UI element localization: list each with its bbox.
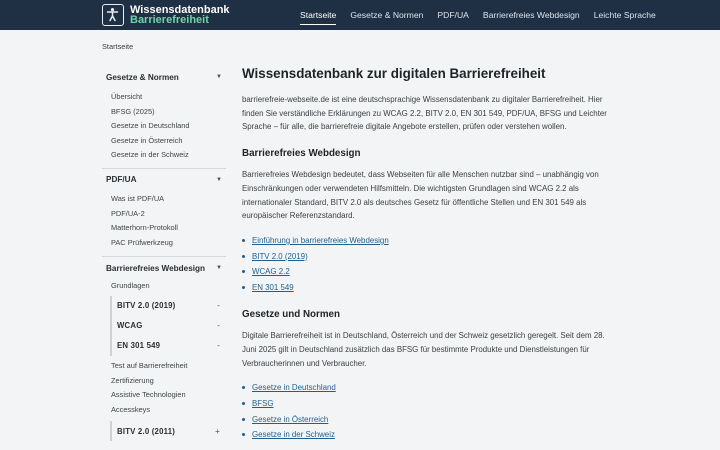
sidebar-nested-wcag[interactable]: WCAG - [110, 315, 226, 336]
link-bitv[interactable]: BITV 2.0 (2019) [252, 252, 308, 261]
list-item: BFSG [242, 396, 620, 412]
sidebar-section-pdfua[interactable]: PDF/UA ▼ [102, 169, 226, 191]
main-content: Wissensdatenbank zur digitalen Barrieref… [242, 66, 620, 443]
sidebar-item[interactable]: Übersicht [102, 90, 226, 105]
sidebar-item[interactable]: Was ist PDF/UA [102, 192, 226, 207]
link-wcag[interactable]: WCAG 2.2 [252, 267, 290, 276]
sidebar-item[interactable]: BFSG (2025) [102, 105, 226, 120]
link-bfsg[interactable]: BFSG [252, 399, 273, 408]
list-item: Gesetze in Deutschland [242, 380, 620, 396]
webdesign-paragraph: Barrierefreies Webdesign bedeutet, dass … [242, 170, 599, 221]
gesetze-paragraph: Digitale Barrierefreiheit ist in Deutsch… [242, 331, 605, 368]
logo-subtitle: Barrierefreiheit [130, 14, 209, 26]
nav-leichte-sprache[interactable]: Leichte Sprache [594, 0, 656, 30]
nav-barrierefreies-webdesign[interactable]: Barrierefreies Webdesign [483, 0, 580, 30]
accessibility-book-icon [102, 4, 124, 26]
sidebar-item[interactable]: Accesskeys [102, 403, 226, 418]
sidebar: Gesetze & Normen ▼ Übersicht BFSG (2025)… [102, 66, 226, 442]
sidebar-item[interactable]: Grundlagen [102, 279, 226, 294]
link-einfuehrung[interactable]: Einführung in barrierefreies Webdesign [252, 236, 389, 245]
sidebar-nested-bitv2019[interactable]: BITV 2.0 (2019) - [110, 295, 226, 316]
sidebar-section-webdesign[interactable]: Barrierefreies Webdesign ▼ [102, 257, 226, 279]
sidebar-section-gesetze[interactable]: Gesetze & Normen ▼ [102, 66, 226, 88]
intro-paragraph: barrierefreie-webseite.de ist eine deuts… [242, 95, 607, 132]
list-item: WCAG 2.2 [242, 264, 620, 280]
sidebar-item[interactable]: Zertifizierung [102, 374, 226, 389]
sidebar-item[interactable]: Gesetze in der Schweiz [102, 148, 226, 163]
list-item: Gesetze in Österreich [242, 412, 620, 428]
link-gesetze-deutschland[interactable]: Gesetze in Deutschland [252, 383, 336, 392]
sidebar-nested-en301549[interactable]: EN 301 549 - [110, 335, 226, 356]
nested-label: WCAG [117, 321, 143, 331]
breadcrumb[interactable]: Startseite [102, 42, 133, 51]
nested-label: BITV 2.0 (2011) [117, 426, 176, 436]
sidebar-section-label: Gesetze & Normen [106, 72, 179, 82]
collapse-icon: - [217, 321, 220, 331]
collapse-icon: - [217, 301, 220, 311]
sidebar-section-label: Barrierefreies Webdesign [106, 263, 206, 273]
link-en301549[interactable]: EN 301 549 [252, 283, 294, 292]
main-menu: Startseite Gesetze & Normen PDF/UA Barri… [300, 0, 670, 30]
gesetze-link-list: Gesetze in Deutschland BFSG Gesetze in Ö… [242, 380, 620, 442]
caret-down-icon: ▼ [216, 176, 222, 183]
top-navigation-bar: Wissensdatenbank Barrierefreiheit Starts… [0, 0, 720, 30]
sidebar-item[interactable]: PAC Prüfwerkzeug [102, 236, 226, 251]
list-item: Gesetze in der Schweiz [242, 427, 620, 443]
nav-pdf-ua[interactable]: PDF/UA [437, 0, 469, 30]
webdesign-link-list: Einführung in barrierefreies Webdesign B… [242, 233, 620, 295]
sidebar-item[interactable]: Gesetze in Österreich [102, 134, 226, 149]
list-item: Einführung in barrierefreies Webdesign [242, 233, 620, 249]
sidebar-nested-bitv2011[interactable]: BITV 2.0 (2011) + [110, 421, 226, 442]
sidebar-section-label: PDF/UA [106, 175, 137, 185]
site-logo[interactable]: Wissensdatenbank Barrierefreiheit [102, 3, 230, 27]
sidebar-item[interactable]: Assistive Technologien [102, 388, 226, 403]
nav-gesetze-normen[interactable]: Gesetze & Normen [350, 0, 423, 30]
collapse-icon: - [217, 341, 220, 351]
page-title: Wissensdatenbank zur digitalen Barrieref… [242, 66, 546, 81]
section-heading-webdesign: Barrierefreies Webdesign [242, 148, 361, 160]
nested-label: EN 301 549 [117, 341, 161, 351]
link-gesetze-schweiz[interactable]: Gesetze in der Schweiz [252, 430, 335, 439]
nav-startseite[interactable]: Startseite [300, 0, 337, 30]
list-item: EN 301 549 [242, 280, 620, 296]
sidebar-item[interactable]: Matterhorn-Protokoll [102, 221, 226, 236]
sidebar-item[interactable]: Gesetze in Deutschland [102, 119, 226, 134]
caret-down-icon: ▼ [216, 74, 222, 80]
section-heading-gesetze: Gesetze und Normen [242, 309, 340, 321]
expand-icon: + [215, 426, 220, 436]
list-item: BITV 2.0 (2019) [242, 249, 620, 265]
sidebar-item[interactable]: Test auf Barrierefreiheit [102, 359, 226, 374]
caret-down-icon: ▼ [216, 265, 222, 272]
link-gesetze-oesterreich[interactable]: Gesetze in Österreich [252, 415, 328, 424]
sidebar-item[interactable]: PDF/UA-2 [102, 207, 226, 222]
nested-label: BITV 2.0 (2019) [117, 301, 176, 311]
